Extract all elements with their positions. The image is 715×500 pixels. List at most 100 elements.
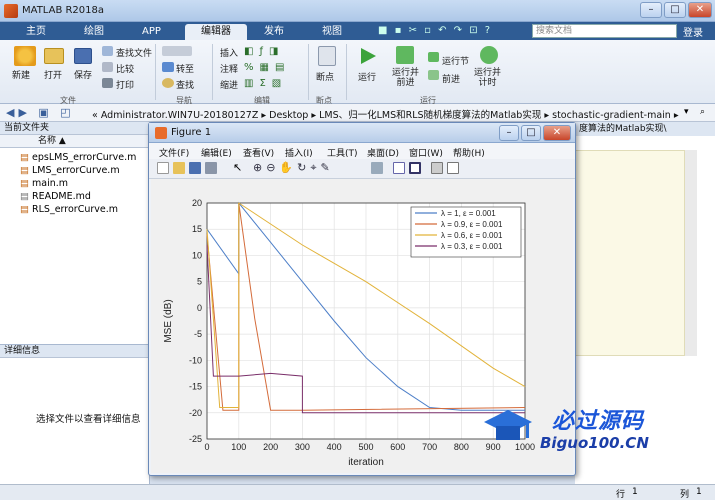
pointer-icon[interactable]: ↖ (233, 161, 242, 174)
y-tick-label: 10 (192, 250, 202, 260)
insert-button[interactable]: 插入 (220, 46, 238, 59)
save-icon[interactable] (189, 162, 201, 174)
current-folder-path[interactable]: « Administrator.WIN7U-20180127Z ▸ Deskto… (92, 107, 679, 121)
menu-window[interactable]: 窗口(W) (409, 146, 443, 159)
run-section-button[interactable]: 运行节 (442, 54, 469, 67)
edit-tool-icons[interactable]: ◧ƒ◨ %▦▤ ▥Σ▧ (244, 44, 304, 90)
zoom-pan-rotate-icons[interactable]: ⊕⊖✋↻⌖✎ (253, 161, 334, 175)
y-tick-label: 5 (197, 277, 202, 287)
editor-scrollbar[interactable] (685, 150, 697, 356)
x-tick-label: 400 (327, 442, 342, 452)
hide-tools-icon[interactable] (431, 162, 443, 174)
maximize-button[interactable]: □ (664, 2, 686, 18)
file-item[interactable]: ▤ main.m (20, 177, 149, 190)
minimize-button[interactable]: – (640, 2, 662, 18)
show-tools-icon[interactable] (447, 162, 459, 174)
file-list: ▤ epsLMS_errorCurve.m ▤ LMS_errorCurve.m… (0, 148, 149, 216)
compare-button[interactable]: 比较 (116, 62, 134, 75)
tab-apps[interactable]: APP (130, 24, 173, 40)
editor-document[interactable] (575, 150, 685, 356)
tab-publish[interactable]: 发布 (252, 24, 296, 40)
tab-editor[interactable]: 编辑器 (185, 24, 247, 40)
back-forward-icons[interactable]: ◀▶ ▣ ◰ (6, 106, 75, 119)
m-file-icon: ▤ (20, 165, 29, 176)
name-column-header[interactable]: 名称 ▲ (0, 135, 149, 148)
find-files-button[interactable]: 查找文件 (116, 46, 152, 59)
address-bar: ◀▶ ▣ ◰ « Administrator.WIN7U-20180127Z ▸… (0, 104, 715, 122)
breakpoints-button[interactable]: 断点 (316, 70, 334, 83)
run-time-icon[interactable] (480, 46, 498, 64)
new-button[interactable]: 新建 (12, 68, 30, 81)
file-item[interactable]: ▤ RLS_errorCurve.m (20, 203, 149, 216)
breakpoints-icon[interactable] (318, 46, 336, 66)
editor-tab[interactable]: 度算法的Matlab实现\ (575, 122, 715, 136)
run-icon[interactable] (358, 46, 378, 66)
run-advance-icon[interactable] (396, 46, 414, 64)
figure-title: Figure 1 (171, 127, 212, 138)
y-tick-label: -20 (189, 408, 202, 418)
legend-icon[interactable] (409, 162, 421, 174)
m-file-icon: ▤ (20, 204, 29, 215)
compare-icon (102, 62, 113, 72)
menu-tools[interactable]: 工具(T) (327, 146, 358, 159)
file-name: main.m (32, 178, 69, 189)
comment-button[interactable]: 注释 (220, 62, 238, 75)
menu-help[interactable]: 帮助(H) (453, 146, 485, 159)
open-button[interactable]: 打开 (44, 68, 62, 81)
fig-close-button[interactable]: ✕ (543, 125, 571, 141)
open-icon[interactable] (173, 162, 185, 174)
y-tick-label: -15 (189, 382, 202, 392)
goto-button[interactable]: 转至 (176, 62, 194, 75)
close-button[interactable]: ✕ (688, 2, 712, 18)
current-folder-header: 当前文件夹 (0, 122, 149, 135)
x-tick-label: 600 (390, 442, 405, 452)
watermark-url: Biguo100.CN (540, 434, 649, 452)
nav-arrows-icon[interactable] (162, 46, 192, 56)
login-link[interactable]: 登录 (683, 24, 703, 39)
run-button[interactable]: 运行 (358, 70, 376, 83)
file-item[interactable]: ▤ README.md (20, 190, 149, 203)
y-axis-label: MSE (dB) (163, 299, 174, 342)
menu-view[interactable]: 查看(V) (243, 146, 274, 159)
tab-plots[interactable]: 绘图 (72, 24, 116, 40)
goto-icon (162, 62, 174, 72)
menu-file[interactable]: 文件(F) (159, 146, 189, 159)
quick-access-toolbar[interactable]: ■ ▪ ✂ ▫ ↶ ↷ ⊡ ? (378, 25, 528, 38)
x-tick-label: 500 (358, 442, 373, 452)
link-plot-icon[interactable] (371, 162, 383, 174)
save-button[interactable]: 保存 (74, 68, 92, 81)
save-icon[interactable] (74, 48, 92, 64)
menu-edit[interactable]: 编辑(E) (201, 146, 232, 159)
file-item[interactable]: ▤ epsLMS_errorCurve.m (20, 151, 149, 164)
x-axis-label: iteration (348, 457, 384, 468)
tab-view[interactable]: 视图 (310, 24, 354, 40)
menu-desktop[interactable]: 桌面(D) (367, 146, 399, 159)
run-advance-button[interactable]: 运行并 前进 (392, 68, 419, 88)
file-item[interactable]: ▤ LMS_errorCurve.m (20, 164, 149, 177)
search-documentation-input[interactable]: 搜索文档 (532, 24, 677, 38)
fig-maximize-button[interactable]: □ (521, 125, 541, 141)
print-button[interactable]: 打印 (116, 78, 134, 91)
figure-menu-bar: 文件(F) 编辑(E) 查看(V) 插入(I) 工具(T) 桌面(D) 窗口(W… (149, 143, 575, 159)
graduation-cap-logo (482, 404, 534, 450)
open-folder-icon[interactable] (44, 48, 64, 64)
advance-button[interactable]: 前进 (442, 72, 460, 85)
new-figure-icon[interactable] (157, 162, 169, 174)
colorbar-icon[interactable] (393, 162, 405, 174)
y-tick-label: -5 (194, 329, 202, 339)
search-icon[interactable]: ⌕ (700, 107, 705, 117)
indent-button[interactable]: 缩进 (220, 78, 238, 91)
print-icon[interactable] (205, 162, 217, 174)
menu-insert[interactable]: 插入(I) (285, 146, 313, 159)
fig-minimize-button[interactable]: – (499, 125, 519, 141)
new-icon[interactable] (14, 46, 36, 66)
tab-home[interactable]: 主页 (14, 24, 58, 40)
path-dropdown-icon[interactable]: ▾ (684, 107, 689, 117)
find-icon (162, 78, 174, 88)
x-tick-label: 700 (422, 442, 437, 452)
y-tick-label: -10 (189, 355, 202, 365)
legend-entry: λ = 1, ε = 0.001 (441, 209, 496, 218)
find-button[interactable]: 查找 (176, 78, 194, 91)
run-and-time-button[interactable]: 运行并 计时 (474, 68, 501, 88)
md-file-icon: ▤ (20, 191, 29, 202)
